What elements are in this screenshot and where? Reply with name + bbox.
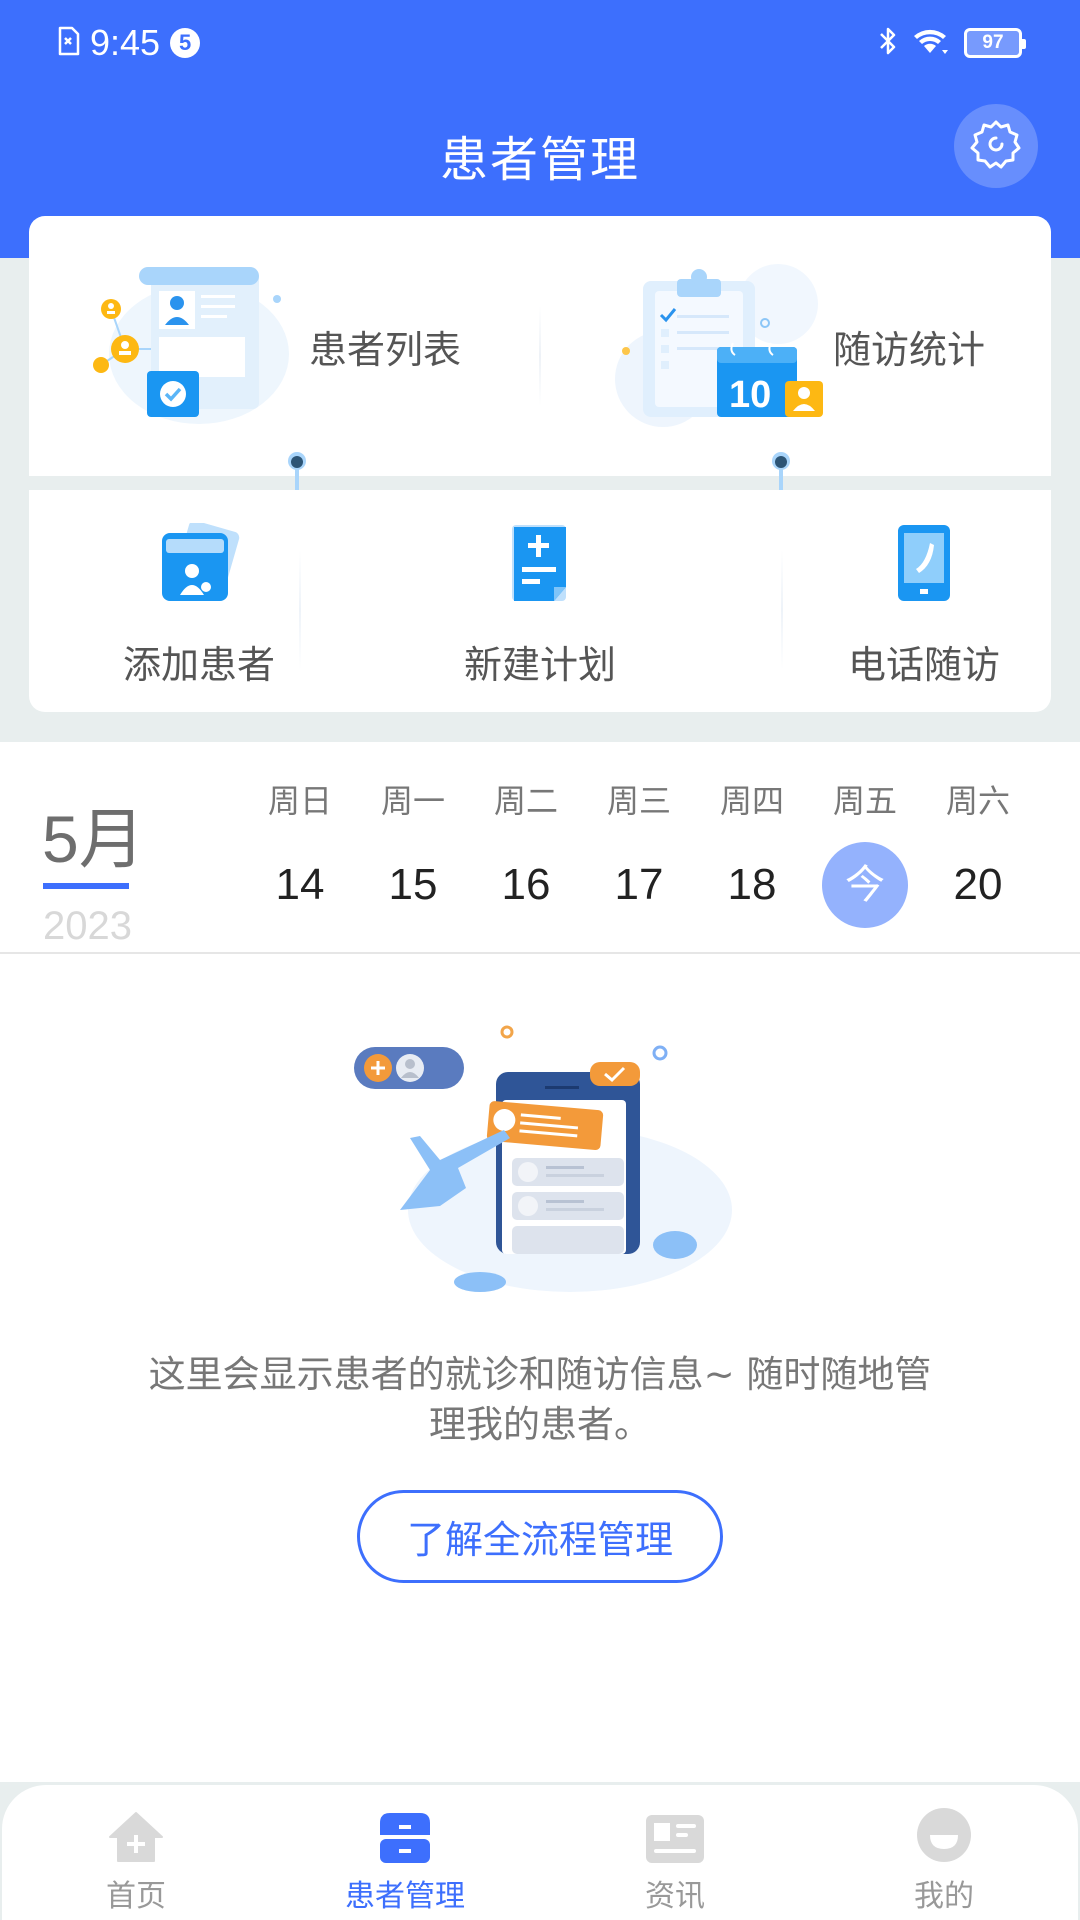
followup-stats-button[interactable]: 10 随访统计 [603, 216, 985, 476]
action-label: 新建计划 [463, 643, 616, 687]
home-icon [108, 1811, 164, 1867]
followup-stats-illustration: 10 [603, 259, 823, 433]
nav-item-news[interactable]: 资讯 [575, 1785, 775, 1920]
add-patient-button[interactable]: 添加患者 [29, 490, 369, 712]
empty-state-message: 这里会显示患者的就诊和随访信息~ 随时随地管理我的患者。 [148, 1353, 932, 1446]
feature-label: 患者列表 [309, 327, 462, 372]
status-bar: 9:45 5 97 [0, 0, 1080, 90]
calendar-day[interactable]: 周四 18 [707, 776, 797, 928]
bottom-navigation: 首页 患者管理 资讯 我的 [2, 1785, 1078, 1920]
date-number: 16 [501, 860, 551, 909]
battery-icon: 97 [964, 28, 1026, 58]
weekday-label: 周三 [606, 782, 671, 820]
action-label: 电话随访 [847, 643, 1000, 687]
weekday-label: 周二 [493, 782, 558, 820]
divider [299, 550, 301, 670]
calendar-day[interactable]: 周一 15 [368, 776, 458, 928]
news-icon [646, 1815, 704, 1867]
calendar-number: 10 [729, 374, 771, 416]
weekday-label: 周四 [719, 782, 784, 820]
nav-label: 我的 [914, 1879, 974, 1914]
action-label: 添加患者 [122, 643, 275, 687]
gear-icon [969, 117, 1023, 175]
patient-management-illustration [340, 1020, 740, 1300]
page-title: 患者管理 [439, 132, 640, 188]
phone-followup-button[interactable]: 电话随访 [774, 490, 1074, 712]
patient-list-illustration [89, 259, 299, 433]
calendar-day[interactable]: 周二 16 [481, 776, 571, 928]
nav-item-profile[interactable]: 我的 [844, 1785, 1044, 1920]
month-indicator [43, 883, 129, 889]
date-number: 14 [275, 860, 325, 909]
date-number: 17 [614, 860, 664, 909]
bluetooth-icon [878, 26, 898, 60]
calendar-month[interactable]: 5月 [42, 786, 145, 882]
patient-list-button[interactable]: 患者列表 [89, 216, 461, 476]
action-card: 添加患者 新建计划 电话随访 [29, 490, 1051, 712]
calendar-day[interactable]: 周三 17 [594, 776, 684, 928]
sim-missing-icon [58, 26, 80, 60]
battery-level: 97 [982, 32, 1004, 53]
nav-label: 首页 [106, 1879, 166, 1914]
calendar-day[interactable]: 周六 20 [933, 776, 1023, 928]
profile-icon [917, 1807, 971, 1867]
status-time: 9:45 [90, 22, 161, 63]
feature-card: 患者列表 10 随访统计 [29, 216, 1051, 476]
weekday-label: 周一 [380, 782, 445, 820]
week-calendar: 5月 2023 周日 14 周一 15 周二 16 周三 17 周四 18 周五… [0, 742, 1080, 954]
date-number: 15 [388, 860, 438, 909]
new-plan-button[interactable]: 新建计划 [370, 490, 710, 712]
calendar-day-today[interactable]: 周五 今 [820, 776, 910, 928]
divider [539, 306, 541, 406]
nav-item-patient-management[interactable]: 患者管理 [305, 1785, 505, 1920]
wifi-icon [912, 26, 950, 60]
add-patient-icon [154, 520, 244, 607]
calendar-year: 2023 [43, 904, 132, 948]
weekday-label: 周五 [832, 782, 897, 820]
cabinet-icon [378, 1811, 432, 1867]
weekday-label: 周日 [267, 782, 332, 820]
date-number: 18 [727, 860, 777, 909]
notification-badge: 5 [170, 28, 201, 58]
settings-button[interactable] [954, 104, 1038, 188]
new-plan-icon [510, 523, 570, 607]
feature-label: 随访统计 [833, 327, 986, 372]
date-number: 20 [953, 860, 1003, 909]
weekday-label: 周六 [945, 782, 1010, 820]
calendar-day[interactable]: 周日 14 [255, 776, 345, 928]
nav-label: 资讯 [645, 1879, 705, 1914]
nav-item-home[interactable]: 首页 [36, 1785, 236, 1920]
learn-full-process-button[interactable]: 了解全流程管理 [357, 1490, 723, 1583]
phone-followup-icon [896, 523, 952, 607]
nav-label: 患者管理 [345, 1879, 465, 1914]
today-marker: 今 [822, 842, 908, 928]
